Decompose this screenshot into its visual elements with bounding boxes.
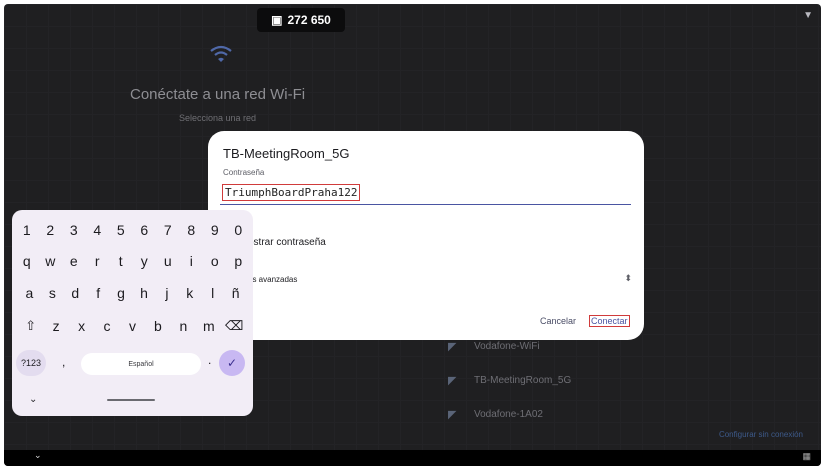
keyboard-icon[interactable]: ▦ (802, 451, 811, 462)
key[interactable]: s (41, 285, 64, 301)
wifi-password-dialog: TB-MeetingRoom_5G Contraseña TriumphBoar… (208, 131, 644, 340)
counter-text: 272 650 (287, 13, 331, 27)
key[interactable]: q (15, 253, 39, 269)
comma-key[interactable]: , (62, 355, 65, 369)
wifi-icon (210, 45, 232, 62)
key[interactable]: f (87, 285, 110, 301)
chevron-down-icon[interactable]: ⌄ (29, 394, 37, 405)
key[interactable]: y (133, 253, 157, 269)
key[interactable]: x (69, 318, 94, 334)
wifi-lock-icon: ◤ (448, 341, 457, 353)
onscreen-keyboard: 1 2 3 4 5 6 7 8 9 0 q w e r t y u i o p … (12, 210, 253, 416)
key[interactable]: b (145, 318, 170, 334)
key[interactable]: m (196, 318, 221, 334)
key[interactable]: 2 (39, 222, 63, 238)
key[interactable]: 7 (156, 222, 180, 238)
key[interactable]: g (110, 285, 133, 301)
key[interactable]: 9 (203, 222, 227, 238)
navigation-bar: ⌄ ▦ (4, 450, 821, 466)
space-key[interactable]: Español (81, 353, 201, 375)
chevron-down-icon[interactable]: ⌄ (34, 450, 42, 461)
wifi-lock-icon: ◤ (448, 375, 457, 387)
connect-button[interactable]: Conectar (589, 315, 630, 327)
wifi-lock-icon: ◤ (448, 409, 457, 421)
chevron-updown-icon[interactable]: ⬍ (624, 273, 632, 284)
key[interactable]: d (64, 285, 87, 301)
symbols-key[interactable]: ?123 (16, 350, 46, 376)
keyboard-row-top: q w e r t y u i o p (12, 253, 253, 269)
key[interactable]: h (133, 285, 156, 301)
password-label: Contraseña (223, 168, 265, 177)
key[interactable]: n (171, 318, 196, 334)
key[interactable]: i (180, 253, 204, 269)
key[interactable]: a (18, 285, 41, 301)
offline-setup-link[interactable]: Configurar sin conexión (719, 430, 803, 439)
key[interactable]: l (201, 285, 224, 301)
key[interactable]: r (86, 253, 110, 269)
wifi-status-icon: ▼ (803, 10, 813, 21)
key[interactable]: w (39, 253, 63, 269)
password-field[interactable]: TriumphBoardPraha122 (220, 183, 631, 205)
key[interactable]: 4 (86, 222, 110, 238)
backspace-key[interactable]: ⌫ (222, 318, 247, 334)
key[interactable]: 0 (227, 222, 251, 238)
network-item[interactable]: ◤ Vodafone-1A02 (448, 397, 778, 431)
key[interactable]: z (43, 318, 68, 334)
key[interactable]: j (155, 285, 178, 301)
key[interactable]: 8 (180, 222, 204, 238)
key[interactable]: 5 (109, 222, 133, 238)
network-item[interactable]: ◤ TB-MeetingRoom_5G (448, 363, 778, 397)
show-password-checkbox[interactable]: ostrar contraseña (248, 237, 326, 248)
key[interactable]: ñ (224, 285, 247, 301)
keyboard-handle[interactable] (107, 399, 155, 401)
key[interactable]: v (120, 318, 145, 334)
shift-key[interactable]: ⇧ (18, 318, 43, 334)
key[interactable]: u (156, 253, 180, 269)
screen: ▣ 272 650 ▼ Conéctate a una red Wi-Fi Se… (4, 4, 821, 466)
network-list: ◤ Vodafone-WiFi ◤ TB-MeetingRoom_5G ◤ Vo… (448, 329, 778, 431)
key[interactable]: c (94, 318, 119, 334)
key[interactable]: o (203, 253, 227, 269)
dialog-title: TB-MeetingRoom_5G (223, 146, 350, 161)
network-name: Vodafone-1A02 (474, 408, 543, 420)
page-subtitle: Selecciona una red (179, 113, 257, 123)
keyboard-row-bottom: ⇧ z x c v b n m ⌫ (12, 318, 253, 334)
key[interactable]: 6 (133, 222, 157, 238)
key[interactable]: k (178, 285, 201, 301)
advanced-options[interactable]: es avanzadas (248, 275, 297, 284)
key[interactable]: 1 (15, 222, 39, 238)
key[interactable]: p (227, 253, 251, 269)
cancel-button[interactable]: Cancelar (540, 316, 576, 326)
phone-icon: ▣ (271, 13, 283, 27)
keyboard-row-home: a s d f g h j k l ñ (12, 285, 253, 301)
check-icon[interactable]: ✓ (219, 350, 245, 376)
password-value[interactable]: TriumphBoardPraha122 (222, 184, 361, 201)
key[interactable]: e (62, 253, 86, 269)
network-name: TB-MeetingRoom_5G (474, 374, 572, 386)
key[interactable]: 3 (62, 222, 86, 238)
keyboard-row-numbers: 1 2 3 4 5 6 7 8 9 0 (12, 222, 253, 238)
key[interactable]: t (109, 253, 133, 269)
page-title: Conéctate a una red Wi-Fi (130, 86, 306, 103)
counter-badge: ▣ 272 650 (257, 8, 345, 32)
network-name: Vodafone-WiFi (474, 340, 540, 352)
